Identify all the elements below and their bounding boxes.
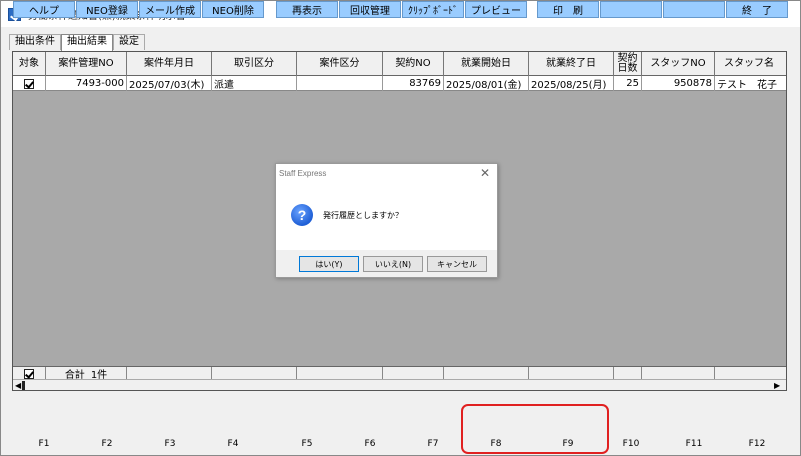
refresh-button[interactable]: 再表示 xyxy=(276,1,338,18)
dialog-title: Staff Express xyxy=(279,169,327,178)
row-checkbox-cell[interactable] xyxy=(13,76,46,91)
grid-footer: 合計 1件 xyxy=(13,366,786,380)
cell-staff-no: 950878 xyxy=(642,76,715,91)
tab-strip: 抽出条件 抽出結果 設定 xyxy=(9,34,145,51)
exit-button[interactable]: 終 了 xyxy=(726,1,788,18)
mail-create-button[interactable]: メール作成 xyxy=(139,1,201,18)
col-header-case-date[interactable]: 案件年月日 xyxy=(127,52,212,76)
neo-delete-button[interactable]: NEO削除 xyxy=(202,1,264,18)
dialog-close-icon[interactable]: ✕ xyxy=(480,166,490,180)
dialog-button-bar: はい(Y) いいえ(N) キャンセル xyxy=(276,250,497,277)
tab-extract-results[interactable]: 抽出結果 xyxy=(61,34,113,51)
tab-extract-conditions[interactable]: 抽出条件 xyxy=(9,34,61,50)
fkey-label-f1: F1 xyxy=(38,439,50,449)
fkey-label-f5: F5 xyxy=(301,439,313,449)
neo-register-button[interactable]: NEO登録 xyxy=(76,1,138,18)
fkey-label-f4: F4 xyxy=(227,439,239,449)
col-header-trade-type[interactable]: 取引区分 xyxy=(212,52,297,76)
cell-days: 25 xyxy=(614,76,642,91)
cell-staff-name: テスト 花子 xyxy=(715,76,786,91)
scroll-thumb[interactable] xyxy=(22,381,25,390)
cancel-button[interactable]: キャンセル xyxy=(427,256,487,272)
no-button[interactable]: いいえ(N) xyxy=(363,256,423,272)
collection-manage-button[interactable]: 回収管理 xyxy=(339,1,401,18)
question-icon: ? xyxy=(291,204,313,226)
cell-case-type xyxy=(297,76,383,91)
col-header-staff-no[interactable]: スタッフNO xyxy=(642,52,715,76)
col-header-contract-no[interactable]: 契約NO xyxy=(383,52,444,76)
f11-button[interactable] xyxy=(663,1,725,18)
annotation-highlight-box xyxy=(461,404,609,454)
col-header-staff-name[interactable]: スタッフ名 xyxy=(715,52,786,76)
cell-contract-no: 83769 xyxy=(383,76,444,91)
preview-button[interactable]: プレビュー xyxy=(465,1,527,18)
fkey-label-f10: F10 xyxy=(622,439,640,449)
yes-button[interactable]: はい(Y) xyxy=(299,256,359,272)
tab-settings[interactable]: 設定 xyxy=(113,34,145,50)
cell-case-no: 7493-000 xyxy=(46,76,127,91)
fkey-label-f6: F6 xyxy=(364,439,376,449)
fkey-label-f3: F3 xyxy=(164,439,176,449)
fkey-label-f11: F11 xyxy=(685,439,703,449)
grid-header: 対象 案件管理NO 案件年月日 取引区分 案件区分 契約NO 就業開始日 就業終… xyxy=(13,52,786,76)
horizontal-scrollbar[interactable]: ◀ ▶ xyxy=(13,379,786,390)
fkey-label-f12: F12 xyxy=(748,439,766,449)
fkey-label-f7: F7 xyxy=(427,439,439,449)
table-row[interactable]: 7493-000 2025/07/03(木) 派遣 83769 2025/08/… xyxy=(13,76,786,91)
scroll-right-icon[interactable]: ▶ xyxy=(774,381,784,390)
dialog-message: 発行履歴としますか？ xyxy=(323,211,403,220)
cell-trade-type: 派遣 xyxy=(212,76,297,91)
confirm-dialog: Staff Express ✕ ? 発行履歴としますか？ はい(Y) いいえ(N… xyxy=(275,163,498,278)
col-header-case-no[interactable]: 案件管理NO xyxy=(46,52,127,76)
row-checkbox[interactable] xyxy=(24,78,34,89)
clipboard-button[interactable]: ｸﾘｯﾌﾟﾎﾞｰﾄﾞ xyxy=(402,1,464,18)
col-header-target[interactable]: 対象 xyxy=(13,52,46,76)
fkey-label-f2: F2 xyxy=(101,439,113,449)
print-button[interactable]: 印 刷 xyxy=(537,1,599,18)
col-header-end-date[interactable]: 就業終了日 xyxy=(529,52,614,76)
col-header-start-date[interactable]: 就業開始日 xyxy=(444,52,529,76)
app-window: 労働条件通知書(兼)就業条件明示書 — ☐ ✕ 抽出条件 抽出結果 設定 対象 … xyxy=(0,0,801,456)
col-header-case-type[interactable]: 案件区分 xyxy=(297,52,383,76)
help-button[interactable]: ヘルプ xyxy=(13,1,75,18)
cell-case-date: 2025/07/03(木) xyxy=(127,76,212,91)
cell-end-date: 2025/08/25(月) xyxy=(529,76,614,91)
col-header-days[interactable]: 契約日数 xyxy=(614,52,642,76)
dialog-body: ? 発行履歴としますか？ xyxy=(276,182,497,250)
select-all-checkbox[interactable] xyxy=(24,368,34,379)
f10-button[interactable] xyxy=(600,1,662,18)
cell-start-date: 2025/08/01(金) xyxy=(444,76,529,91)
